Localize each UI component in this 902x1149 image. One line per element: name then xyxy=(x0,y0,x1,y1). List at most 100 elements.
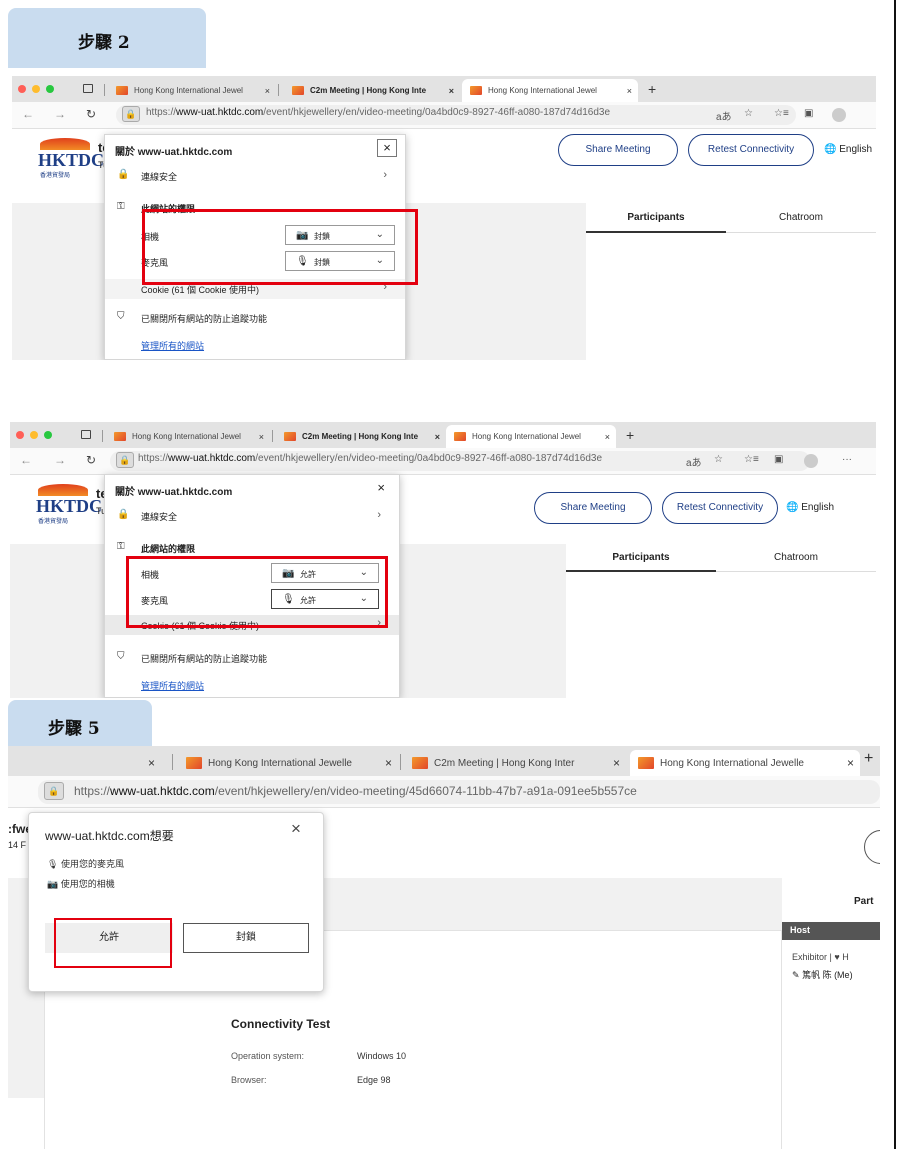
back-arrow-icon[interactable]: ← xyxy=(20,453,32,467)
browser-value: Edge 98 xyxy=(357,1075,391,1085)
close-tab-icon[interactable]: × xyxy=(148,756,155,770)
dialog-close-icon[interactable]: × xyxy=(291,819,301,839)
minimize-window-icon[interactable] xyxy=(32,85,40,93)
collections-icon[interactable]: ▣ xyxy=(804,108,813,119)
popup-close-button[interactable]: × xyxy=(377,139,397,157)
lock-icon[interactable]: 🔒 xyxy=(122,106,140,122)
tab-participants[interactable]: Participants xyxy=(566,544,716,572)
profile-avatar-icon[interactable] xyxy=(804,454,818,468)
minimize-window-icon[interactable] xyxy=(30,431,38,439)
favorites-list-icon[interactable]: ☆≡ xyxy=(774,108,789,119)
connection-secure-row[interactable]: 🔒 連線安全 › xyxy=(105,509,399,529)
lock-icon[interactable]: 🔒 xyxy=(116,452,134,468)
close-tab-icon[interactable]: × xyxy=(613,756,620,770)
step-2-label-tab: 步驟 2 xyxy=(8,8,206,68)
profile-avatar-icon[interactable] xyxy=(832,108,846,122)
browser-tab[interactable]: C2m Meeting | Hong Kong Inte × xyxy=(284,79,460,102)
favorite-star-icon[interactable]: ☆ xyxy=(744,108,753,119)
maximize-window-icon[interactable] xyxy=(46,85,54,93)
reload-icon[interactable]: ↻ xyxy=(86,453,96,467)
browser-tab[interactable]: C2m Meeting | Hong Kong Inte × xyxy=(276,425,446,448)
tab-strip: Hong Kong International Jewel × C2m Meet… xyxy=(10,422,876,448)
retest-connectivity-button[interactable]: Retest Connectivity xyxy=(688,134,814,166)
address-bar-row: ← → ↻ 🔒 https://www-uat.hktdc.com/event/… xyxy=(10,448,876,475)
popup-title: 關於 www-uat.hktdc.com xyxy=(115,147,233,158)
close-tab-icon[interactable]: × xyxy=(265,86,270,96)
language-selector[interactable]: 🌐 English xyxy=(786,502,834,513)
close-tab-icon[interactable]: × xyxy=(435,432,440,442)
browser-tab-active[interactable]: Hong Kong International Jewel × xyxy=(446,425,616,448)
more-options-icon[interactable]: ··· xyxy=(842,454,852,465)
reading-mode-icon[interactable]: aあ xyxy=(716,108,732,123)
url-text[interactable]: https://www-uat.hktdc.com/event/hkjewell… xyxy=(146,107,610,118)
step-2-label: 步驟 2 xyxy=(78,33,130,53)
chevron-right-icon: › xyxy=(377,509,381,521)
close-tab-icon[interactable]: × xyxy=(605,432,610,442)
reading-mode-icon[interactable]: aあ xyxy=(686,454,702,469)
tab-title: C2m Meeting | Hong Kong Inter xyxy=(434,757,575,769)
language-label: English xyxy=(839,144,873,155)
chevron-right-icon: › xyxy=(383,169,387,181)
close-window-icon[interactable] xyxy=(16,431,24,439)
browser-tab-partial[interactable]: × xyxy=(138,750,168,776)
tab-separator xyxy=(104,84,105,96)
close-tab-icon[interactable]: × xyxy=(385,756,392,770)
reload-icon[interactable]: ↻ xyxy=(86,107,96,121)
close-tab-icon[interactable]: × xyxy=(847,756,854,770)
side-panel: Part Host Exhibitor | ♥ H ✎ 篤帆 陈 (Me) xyxy=(782,878,880,1149)
tab-chatroom[interactable]: Chatroom xyxy=(716,544,876,572)
lock-icon[interactable]: 🔒 xyxy=(44,782,64,800)
sidebar-toggle-icon[interactable] xyxy=(83,84,93,93)
globe-icon: 🌐 xyxy=(786,502,799,513)
hktdc-logo-wave-icon xyxy=(40,138,90,150)
hktdc-logo-wave-icon xyxy=(38,484,88,496)
step-5-label-tab: 步驟 5 xyxy=(8,700,152,750)
manage-sites-link[interactable]: 管理所有的網站 xyxy=(141,339,204,352)
url-path: /event/hkjewellery/en/video-meeting/0a4b… xyxy=(255,453,602,464)
forward-arrow-icon[interactable]: → xyxy=(54,453,66,467)
popup-close-button[interactable]: × xyxy=(377,480,385,495)
url-scheme: https:// xyxy=(138,453,169,464)
browser-tab-active[interactable]: Hong Kong International Jewel × xyxy=(462,79,638,102)
sidebar-toggle-icon[interactable] xyxy=(81,430,91,439)
tab-separator xyxy=(272,430,273,442)
new-tab-button[interactable]: + xyxy=(626,427,634,443)
url-text[interactable]: https://www-uat.hktdc.com/event/hkjewell… xyxy=(74,784,637,798)
manage-sites-link[interactable]: 管理所有的網站 xyxy=(141,679,204,692)
collections-icon[interactable]: ▣ xyxy=(774,454,783,465)
browser-tab[interactable]: Hong Kong International Jewel × xyxy=(106,425,270,448)
edit-pencil-icon: ✎ xyxy=(792,970,800,980)
forward-arrow-icon[interactable]: → xyxy=(54,107,66,121)
retest-connectivity-button[interactable]: Retest Connectivity xyxy=(662,492,778,524)
browser-tab-active[interactable]: Hong Kong International Jewelle × xyxy=(630,750,860,776)
tab-separator xyxy=(278,84,279,96)
url-text[interactable]: https://www-uat.hktdc.com/event/hkjewell… xyxy=(138,453,602,464)
browser-tab[interactable]: C2m Meeting | Hong Kong Inter × xyxy=(404,750,626,776)
new-tab-button[interactable]: + xyxy=(648,81,656,97)
new-tab-button[interactable]: + xyxy=(864,750,873,768)
tab-participants[interactable]: Participants xyxy=(586,203,726,233)
tab-chatroom[interactable]: Chatroom xyxy=(726,203,876,233)
share-meeting-button-partial[interactable] xyxy=(864,830,880,864)
language-selector[interactable]: 🌐 English xyxy=(824,144,872,155)
close-tab-icon[interactable]: × xyxy=(449,86,454,96)
screenshot-blocked-permissions: Hong Kong International Jewel × C2m Meet… xyxy=(12,76,876,360)
favorites-list-icon[interactable]: ☆≡ xyxy=(744,454,759,465)
close-tab-icon[interactable]: × xyxy=(627,86,632,96)
tab-participants-partial[interactable]: Part xyxy=(854,896,873,907)
back-arrow-icon[interactable]: ← xyxy=(22,107,34,121)
participant-self[interactable]: ✎ 篤帆 陈 (Me) xyxy=(792,968,853,981)
favorite-star-icon[interactable]: ☆ xyxy=(714,454,723,465)
browser-tab[interactable]: Hong Kong International Jewel × xyxy=(108,79,276,102)
connection-secure-row[interactable]: 🔒 連線安全 › xyxy=(105,169,405,189)
tab-separator xyxy=(172,754,173,770)
browser-tab[interactable]: Hong Kong International Jewelle × xyxy=(178,750,398,776)
share-meeting-button[interactable]: Share Meeting xyxy=(534,492,652,524)
maximize-window-icon[interactable] xyxy=(44,431,52,439)
participant-name: 篤帆 陈 (Me) xyxy=(802,970,853,980)
close-tab-icon[interactable]: × xyxy=(259,432,264,442)
hktdc-favicon-icon xyxy=(470,86,482,95)
share-meeting-button[interactable]: Share Meeting xyxy=(558,134,678,166)
block-button[interactable]: 封鎖 xyxy=(183,923,309,953)
close-window-icon[interactable] xyxy=(18,85,26,93)
